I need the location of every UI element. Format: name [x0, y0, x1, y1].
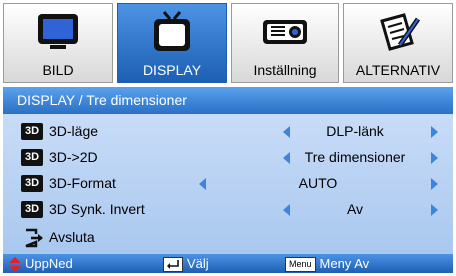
- 3d-badge-icon: 3D: [21, 201, 43, 218]
- setting-label: 3D Synk. Invert: [49, 201, 145, 217]
- hint-label: Välj: [187, 256, 209, 271]
- setting-label: 3D->2D: [49, 149, 98, 165]
- tab-display[interactable]: DISPLAY: [117, 3, 227, 83]
- arrow-left-icon[interactable]: [199, 178, 206, 190]
- enter-key-icon: [163, 257, 183, 273]
- hint-enter: Välj: [163, 255, 209, 273]
- 3d-badge-icon: 3D: [21, 149, 43, 166]
- 3d-badge-icon: 3D: [21, 123, 43, 140]
- updown-arrows-icon: [9, 257, 21, 273]
- arrow-right-icon[interactable]: [431, 178, 438, 190]
- projector-icon: [232, 10, 338, 54]
- hint-updown: UppNed: [9, 255, 73, 273]
- menu-key-icon: Menu: [285, 257, 316, 273]
- exit-icon: [25, 228, 43, 248]
- tab-label: Inställning: [253, 62, 317, 78]
- tab-alternativ[interactable]: ALTERNATIV: [343, 3, 453, 83]
- tab-installning[interactable]: Inställning: [231, 3, 339, 83]
- footer-hints: UppNed Välj Menu Meny Av: [3, 254, 453, 273]
- setting-value: Av: [346, 201, 364, 217]
- settings-panel: 3D 3D-läge DLP-länk 3D 3D->2D Tre dimens…: [3, 114, 453, 254]
- hint-label: UppNed: [25, 256, 73, 271]
- breadcrumb: DISPLAY / Tre dimensioner: [3, 87, 453, 114]
- exit-item[interactable]: Avsluta: [3, 226, 453, 250]
- arrow-right-icon[interactable]: [431, 204, 438, 216]
- tab-bild[interactable]: BILD: [3, 3, 113, 83]
- setting-label: 3D-läge: [49, 123, 99, 139]
- notepad-pen-icon: [344, 10, 452, 54]
- setting-3d-sync-invert[interactable]: 3D 3D Synk. Invert Av: [3, 198, 453, 222]
- tab-label: ALTERNATIV: [355, 62, 441, 78]
- hint-menu: Menu Meny Av: [285, 255, 370, 273]
- osd-menu: BILD DISPLAY Inställning ALTERNATIV DISP…: [3, 3, 453, 273]
- setting-value: DLP-länk: [326, 123, 384, 139]
- monitor-icon: [4, 10, 112, 54]
- tab-bar: BILD DISPLAY Inställning ALTERNATIV: [3, 3, 453, 83]
- 3d-badge-icon: 3D: [21, 175, 43, 192]
- setting-3d-mode[interactable]: 3D 3D-läge DLP-länk: [3, 120, 453, 144]
- tab-label: BILD: [42, 62, 74, 78]
- arrow-right-icon[interactable]: [431, 126, 438, 138]
- hint-label: Meny Av: [319, 256, 370, 271]
- arrow-right-icon[interactable]: [431, 152, 438, 164]
- setting-3d-to-2d[interactable]: 3D 3D->2D Tre dimensioner: [3, 146, 453, 170]
- exit-label: Avsluta: [49, 229, 95, 245]
- setting-value: Tre dimensioner: [304, 149, 406, 165]
- setting-3d-format[interactable]: 3D 3D-Format AUTO: [3, 172, 453, 196]
- tab-label: DISPLAY: [142, 62, 202, 78]
- setting-value: AUTO: [298, 175, 338, 191]
- setting-label: 3D-Format: [49, 175, 116, 191]
- tv-icon: [118, 10, 226, 54]
